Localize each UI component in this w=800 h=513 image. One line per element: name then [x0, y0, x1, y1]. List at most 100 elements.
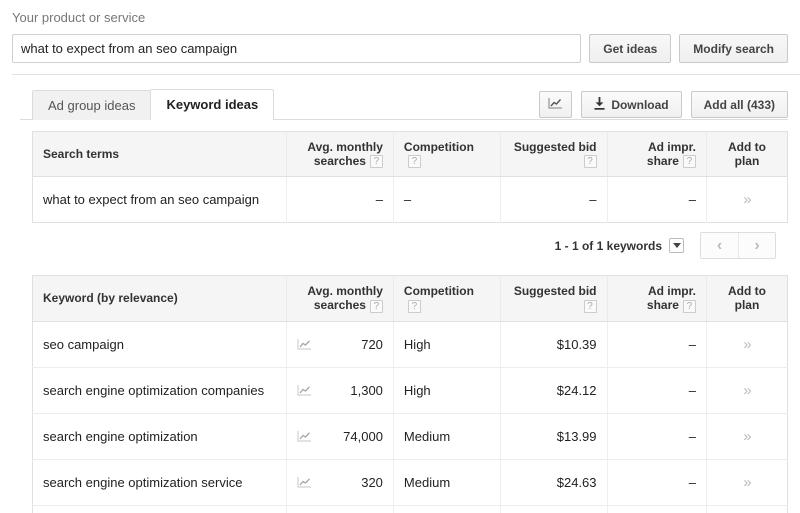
help-icon[interactable]: ?	[407, 155, 421, 169]
table-row: search engine optimization companies 1,3…	[32, 367, 788, 414]
add-to-plan-icon[interactable]: »	[743, 336, 751, 353]
next-page-button[interactable]: ›	[738, 233, 775, 259]
cell-competition: Medium	[393, 413, 501, 460]
download-icon	[594, 96, 605, 113]
add-to-plan-icon[interactable]: »	[743, 382, 751, 399]
table-gap	[0, 259, 800, 275]
column-label: Add to plan	[727, 140, 766, 169]
tab-ad-group-ideas[interactable]: Ad group ideas	[32, 90, 152, 120]
searches-value: 320	[361, 474, 383, 490]
column-header-competition[interactable]: Competition?	[393, 275, 501, 322]
keyword-ideas-panel: Keyword (by relevance) Avg. monthly sear…	[0, 275, 800, 513]
cell-keyword: search engine optimization service	[32, 459, 288, 506]
cell-add-to-plan[interactable]: »	[706, 413, 788, 460]
pagination-range: 1 - 1 of 1 keywords	[554, 238, 662, 253]
download-button[interactable]: Download	[581, 91, 682, 118]
cell-add-to-plan[interactable]: »	[706, 321, 788, 368]
column-header-avg-monthly-searches[interactable]: Avg. monthly searches?	[286, 275, 394, 322]
column-header-competition[interactable]: Competition?	[393, 131, 501, 178]
keyword-ideas-table-body: seo campaign 720 High $10.39 – » search …	[32, 321, 788, 513]
sparkline-icon[interactable]	[297, 384, 312, 397]
get-ideas-button[interactable]: Get ideas	[589, 34, 672, 63]
cell-add-to-plan[interactable]: »	[706, 367, 788, 414]
search-label: Your product or service	[12, 10, 146, 25]
table-header-row: Keyword (by relevance) Avg. monthly sear…	[32, 275, 788, 322]
cell-suggested-bid: $24.63	[500, 459, 608, 506]
help-icon[interactable]: ?	[369, 299, 383, 313]
cell-avg-monthly-searches	[286, 505, 394, 513]
column-label: Search terms	[43, 147, 120, 162]
help-icon[interactable]: ?	[682, 155, 696, 169]
cell-add-to-plan[interactable]: »	[706, 459, 788, 506]
cell-add-to-plan[interactable]	[706, 505, 787, 513]
cell-ad-impr-share: –	[607, 459, 707, 506]
help-icon[interactable]: ?	[369, 155, 383, 169]
search-terms-panel: Search terms Avg. monthly searches? Comp…	[0, 120, 800, 260]
cell-keyword: search engine optimization companies	[32, 367, 288, 414]
cell-suggested-bid: $13.99	[500, 413, 608, 460]
column-label: Add to plan	[727, 284, 766, 313]
modify-search-button[interactable]: Modify search	[679, 34, 788, 63]
cell-suggested-bid: $10.39	[500, 321, 608, 368]
cell-keyword: search engine optimization	[32, 413, 288, 460]
add-to-plan-icon[interactable]: »	[743, 191, 751, 208]
line-chart-icon	[548, 97, 563, 113]
cell-competition	[393, 505, 501, 513]
product-or-service-input[interactable]	[12, 34, 582, 63]
sparkline-icon[interactable]	[297, 476, 312, 489]
pagination-arrows: ‹ ›	[700, 232, 776, 260]
add-to-plan-icon[interactable]: »	[743, 474, 751, 491]
searches-value: 720	[361, 336, 383, 352]
cell-competition: –	[393, 176, 501, 223]
column-label: Competition	[403, 284, 474, 299]
column-label: Suggested bid	[513, 284, 597, 299]
add-all-button[interactable]: Add all (433)	[690, 91, 788, 118]
table-toolbar: Download Add all (433)	[539, 91, 788, 118]
tab-keyword-ideas[interactable]: Keyword ideas	[150, 89, 275, 120]
search-terms-table: Search terms Avg. monthly searches? Comp…	[32, 131, 788, 224]
table-row	[32, 505, 788, 513]
cell-competition: High	[393, 367, 501, 414]
table-row: search engine optimization 74,000 Medium…	[32, 413, 788, 460]
cell-avg-monthly-searches: 720	[286, 321, 394, 368]
search-section: Your product or service Get ideas Modify…	[0, 0, 800, 75]
help-icon[interactable]: ?	[682, 299, 696, 313]
table-row: seo campaign 720 High $10.39 – »	[32, 321, 788, 368]
search-row: Get ideas Modify search	[12, 34, 800, 63]
download-label: Download	[611, 97, 669, 112]
cell-ad-impr-share: –	[607, 176, 707, 223]
keyword-ideas-table: Keyword (by relevance) Avg. monthly sear…	[32, 275, 788, 513]
help-icon[interactable]: ?	[583, 299, 597, 313]
column-header-add-to-plan: Add to plan	[706, 275, 788, 322]
caret-down-icon[interactable]	[669, 238, 684, 254]
sparkline-icon[interactable]	[297, 338, 312, 351]
column-header-ad-impr-share[interactable]: Ad impr. share?	[607, 275, 707, 322]
search-terms-table-body: what to expect from an seo campaign – – …	[32, 176, 788, 223]
cell-keyword: seo campaign	[32, 321, 288, 368]
cell-competition: High	[393, 321, 501, 368]
column-header-suggested-bid[interactable]: Suggested bid?	[500, 131, 608, 178]
help-icon[interactable]: ?	[407, 299, 421, 313]
previous-page-button[interactable]: ‹	[701, 233, 738, 259]
column-header-ad-impr-share[interactable]: Ad impr. share?	[607, 131, 707, 178]
column-header-suggested-bid[interactable]: Suggested bid?	[500, 275, 608, 322]
cell-ad-impr-share	[607, 505, 707, 513]
column-header-keyword-by-relevance[interactable]: Keyword (by relevance)	[32, 275, 288, 322]
cell-avg-monthly-searches: –	[286, 176, 394, 223]
table-row: search engine optimization service 320 M…	[32, 459, 788, 506]
sparkline-icon[interactable]	[297, 430, 312, 443]
table-row: what to expect from an seo campaign – – …	[32, 176, 788, 223]
cell-add-to-plan[interactable]: »	[706, 177, 787, 223]
cell-suggested-bid: $24.12	[500, 367, 608, 414]
tabs-strip: Ad group ideas Keyword ideas Download Ad…	[0, 89, 800, 120]
help-icon[interactable]: ?	[583, 155, 597, 169]
column-header-add-to-plan: Add to plan	[706, 131, 788, 178]
cell-suggested-bid	[500, 505, 608, 513]
column-header-avg-monthly-searches[interactable]: Avg. monthly searches?	[286, 131, 394, 178]
column-header-search-terms[interactable]: Search terms	[32, 131, 288, 178]
line-chart-button[interactable]	[539, 91, 573, 118]
add-to-plan-icon[interactable]: »	[743, 428, 751, 445]
cell-avg-monthly-searches: 74,000	[286, 413, 394, 460]
keyword-planner-page: Your product or service Get ideas Modify…	[0, 0, 800, 513]
table-header-row: Search terms Avg. monthly searches? Comp…	[32, 131, 788, 178]
